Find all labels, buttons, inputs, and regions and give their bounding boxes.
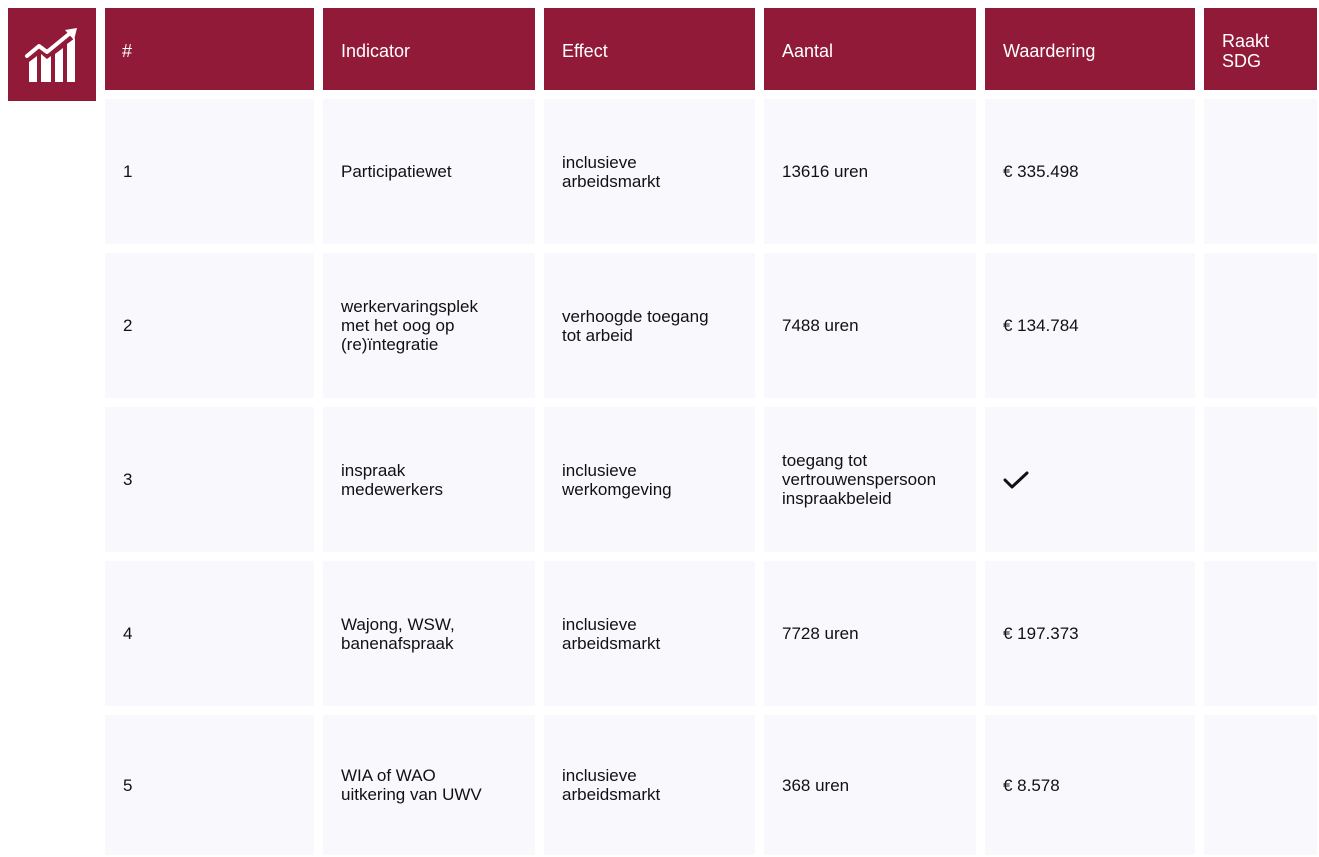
column-header-number: # (105, 8, 314, 90)
table-cell-effect: verhoogde toegang tot arbeid (544, 253, 755, 398)
table-cell-effect: inclusieve werkomgeving (544, 407, 755, 552)
table-cell-waardering: € 197.373 (985, 561, 1195, 706)
indicator-table: # Indicator Effect Aantal Waardering Raa… (105, 8, 1317, 855)
table-cell-indicator: Wajong, WSW, banenafspraak (323, 561, 535, 706)
table-cell-sdg (1204, 715, 1317, 855)
table-cell-indicator: inspraak medewerkers (323, 407, 535, 552)
table-cell-indicator: werkervaringsplek met het oog op (re)ïnt… (323, 253, 535, 398)
table-cell-sdg (1204, 253, 1317, 398)
table-cell-sdg (1204, 561, 1317, 706)
table-cell-sdg (1204, 407, 1317, 552)
table-cell-indicator: Participatiewet (323, 99, 535, 244)
table-cell-aantal: 7488 uren (764, 253, 976, 398)
table-cell-effect: inclusieve arbeidsmarkt (544, 715, 755, 855)
growth-chart-logo (8, 8, 96, 101)
column-header-aantal: Aantal (764, 8, 976, 90)
table-cell-number: 2 (105, 253, 314, 398)
growth-chart-icon (25, 27, 77, 82)
table-cell-sdg (1204, 99, 1317, 244)
table-cell-effect: inclusieve arbeidsmarkt (544, 99, 755, 244)
table-cell-number: 5 (105, 715, 314, 855)
table-cell-effect: inclusieve arbeidsmarkt (544, 561, 755, 706)
table-cell-number: 4 (105, 561, 314, 706)
table-cell-aantal: 13616 uren (764, 99, 976, 244)
table-cell-number: 1 (105, 99, 314, 244)
column-header-indicator: Indicator (323, 8, 535, 90)
table-cell-aantal: 368 uren (764, 715, 976, 855)
column-header-waardering: Waardering (985, 8, 1195, 90)
table-cell-number: 3 (105, 407, 314, 552)
table-cell-waardering (985, 407, 1195, 552)
table-cell-waardering: € 335.498 (985, 99, 1195, 244)
checkmark-icon (1003, 471, 1029, 488)
column-header-raakt-sdg: Raakt SDG (1204, 8, 1317, 90)
column-header-effect: Effect (544, 8, 755, 90)
table-cell-waardering: € 134.784 (985, 253, 1195, 398)
table-cell-aantal: 7728 uren (764, 561, 976, 706)
table-cell-indicator: WIA of WAO uitkering van UWV (323, 715, 535, 855)
table-cell-aantal: toegang tot vertrouwenspersoon inspraakb… (764, 407, 976, 552)
table-cell-waardering: € 8.578 (985, 715, 1195, 855)
